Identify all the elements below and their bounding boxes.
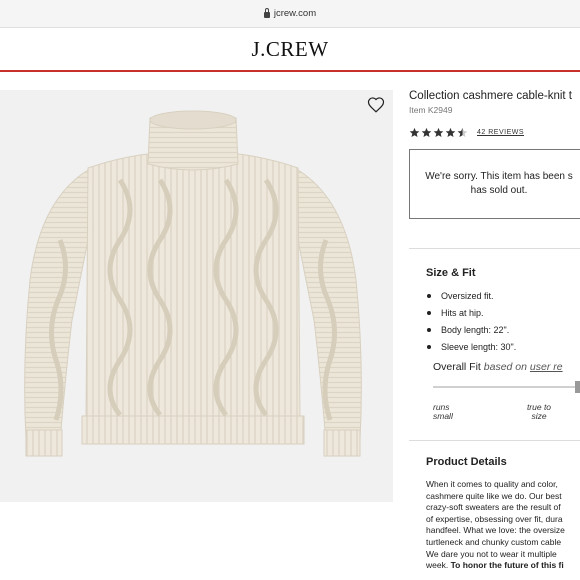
- star-rating: [409, 127, 468, 138]
- details-line: We dare you not to wear it multiple: [426, 548, 557, 559]
- list-item: Sleeve length: 30".: [426, 342, 580, 352]
- details-line: cashmere quite like we do. Our best: [426, 490, 562, 501]
- star-icon: [409, 127, 420, 138]
- overall-fit-row: Overall Fit based on user re: [433, 361, 563, 373]
- details-bold-text: To honor the future of this fi: [450, 560, 564, 571]
- details-line: When it comes to quality and color,: [426, 479, 558, 489]
- jcrew-logo[interactable]: J.CREW: [251, 37, 328, 62]
- overall-fit-label: Overall Fit: [433, 361, 481, 373]
- half-star-icon: [457, 127, 468, 138]
- list-item: Hits at hip.: [426, 308, 580, 318]
- details-line: of expertise, obsessing over fit, dura: [426, 513, 563, 524]
- star-icon: [421, 127, 432, 138]
- product-info: Collection cashmere cable-knit t Item K2…: [409, 90, 580, 138]
- size-fit-section: Size & Fit Oversized fit. Hits at hip. B…: [426, 267, 580, 359]
- details-line: turtleneck and chunky custom cable: [426, 536, 562, 547]
- based-on-text: based on: [483, 361, 527, 373]
- product-title: Collection cashmere cable-knit t: [409, 90, 572, 102]
- divider: [409, 248, 580, 249]
- product-details-section: Product Details When it comes to quality…: [426, 456, 580, 572]
- fit-label-runs-small: runs small: [433, 402, 453, 421]
- product-image-panel: [0, 90, 393, 502]
- list-item: Body length: 22".: [426, 325, 580, 335]
- details-line: handfeel. What we love: the oversize: [426, 525, 565, 536]
- sweater-image: [24, 110, 362, 457]
- details-text: When it comes to quality and color, cash…: [426, 479, 580, 572]
- user-reviews-link[interactable]: user re: [530, 361, 563, 373]
- product-details-heading: Product Details: [426, 456, 507, 468]
- details-line: crazy-soft sweaters are the result of: [426, 502, 561, 513]
- favorite-heart-icon[interactable]: [367, 96, 385, 114]
- fit-scale-marker: [575, 381, 580, 393]
- sold-out-notice: We're sorry. This item has been s has so…: [409, 149, 580, 219]
- rating-row: 42 REVIEWS: [409, 127, 580, 138]
- reviews-link[interactable]: 42 REVIEWS: [477, 129, 524, 136]
- lock-icon: [263, 7, 270, 18]
- list-item: Oversized fit.: [426, 291, 580, 301]
- size-fit-list: Oversized fit. Hits at hip. Body length:…: [426, 291, 580, 352]
- item-number: Item K2949: [409, 105, 453, 115]
- site-header: J.CREW: [0, 28, 580, 72]
- fit-scale-track: [433, 386, 580, 388]
- fit-label-true-to-size: true to size: [526, 402, 552, 421]
- divider: [409, 440, 580, 441]
- size-fit-heading: Size & Fit: [426, 267, 476, 279]
- details-line: week.: [426, 560, 451, 571]
- star-icon: [433, 127, 444, 138]
- browser-url-bar[interactable]: jcrew.com: [0, 0, 580, 28]
- url-text: jcrew.com: [273, 8, 317, 19]
- star-icon: [445, 127, 456, 138]
